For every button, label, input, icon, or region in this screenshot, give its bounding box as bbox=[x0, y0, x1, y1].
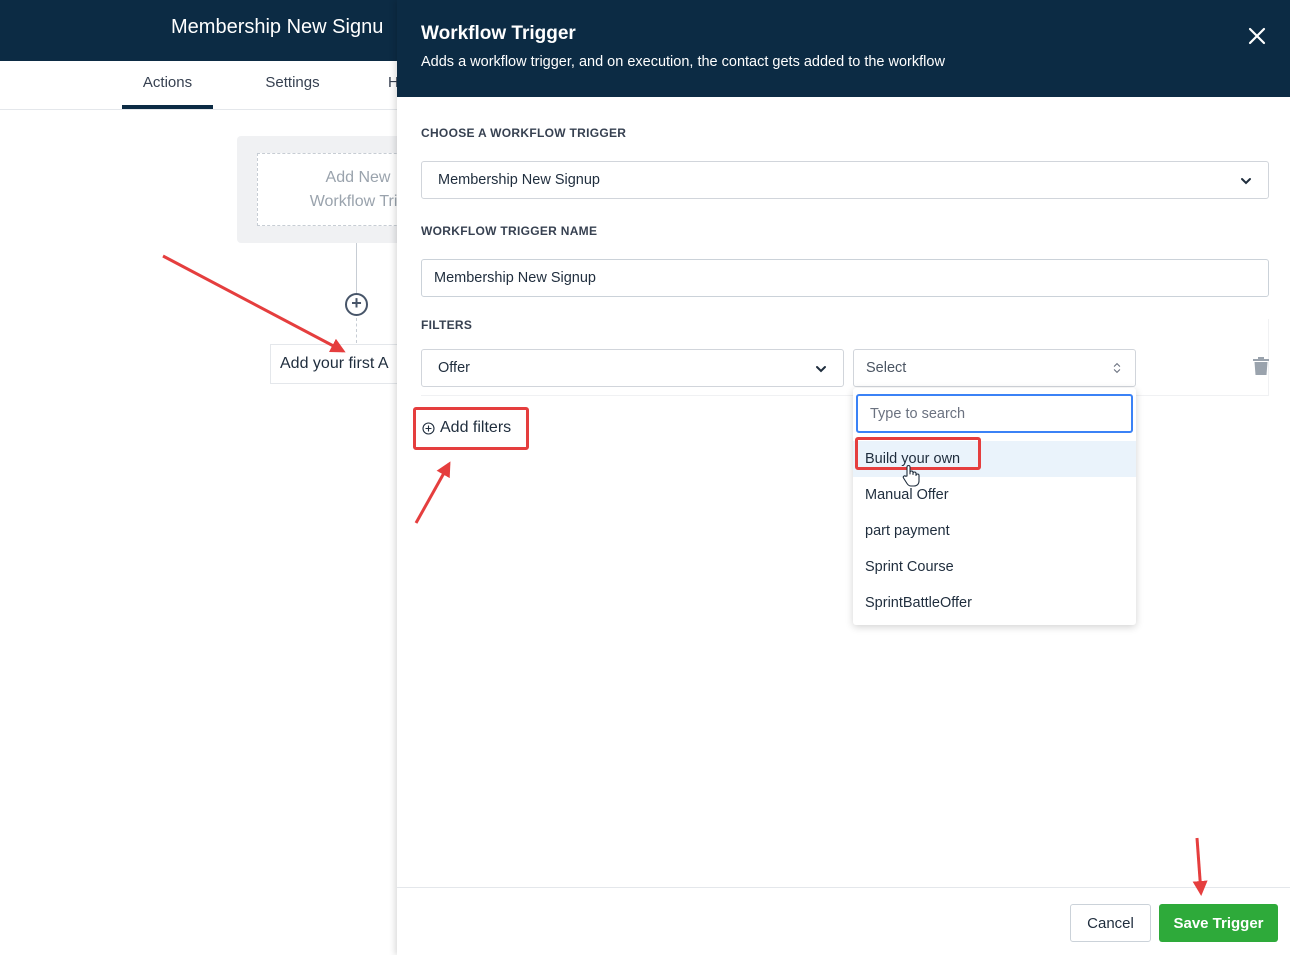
chevron-down-icon bbox=[816, 366, 826, 373]
add-filters-label: Add filters bbox=[440, 419, 512, 436]
footer-divider bbox=[397, 887, 1290, 888]
filter-value-select[interactable]: Select bbox=[853, 349, 1136, 387]
trash-icon[interactable] bbox=[1253, 357, 1269, 375]
filter-field-select[interactable]: Offer bbox=[421, 349, 844, 387]
trigger-name-input[interactable] bbox=[421, 259, 1269, 297]
filter-value-placeholder: Select bbox=[866, 360, 907, 376]
workflow-connector-dashed bbox=[356, 318, 357, 343]
trigger-type-value: Membership New Signup bbox=[438, 172, 600, 188]
choose-trigger-label: CHOOSE A WORKFLOW TRIGGER bbox=[421, 126, 627, 140]
workflow-title: Membership New Signu bbox=[171, 16, 384, 38]
tab-settings[interactable]: Settings bbox=[247, 61, 338, 109]
filter-value-dropdown: Build your own Manual Offer part payment… bbox=[853, 388, 1136, 625]
trigger-type-select[interactable]: Membership New Signup bbox=[421, 161, 1269, 199]
annotation-arrow-action bbox=[162, 254, 346, 353]
up-down-chevron-icon bbox=[1113, 362, 1121, 374]
chevron-down-icon bbox=[1241, 178, 1251, 185]
workflow-trigger-drawer: Workflow Trigger Adds a workflow trigger… bbox=[397, 0, 1290, 955]
dropdown-option[interactable]: Manual Offer bbox=[853, 477, 1136, 513]
workflow-connector bbox=[356, 243, 357, 293]
drawer-header: Workflow Trigger Adds a workflow trigger… bbox=[397, 0, 1290, 97]
hand-cursor-icon bbox=[902, 465, 920, 487]
add-first-action-box[interactable]: Add your first A bbox=[270, 344, 410, 384]
add-trigger-card[interactable]: Add New Workflow Trig bbox=[237, 136, 417, 243]
drawer-title: Workflow Trigger bbox=[421, 23, 576, 44]
add-trigger-dropzone[interactable]: Add New Workflow Trig bbox=[257, 153, 417, 226]
plus-circle-icon bbox=[422, 422, 435, 435]
drawer-subtitle: Adds a workflow trigger, and on executio… bbox=[421, 54, 945, 70]
add-filters-button[interactable]: Add filters bbox=[413, 407, 529, 450]
tab-actions[interactable]: Actions bbox=[122, 61, 213, 109]
dropdown-search-input[interactable] bbox=[856, 394, 1133, 433]
cancel-button[interactable]: Cancel bbox=[1070, 904, 1151, 942]
dropdown-option[interactable]: Sprint Course bbox=[853, 549, 1136, 585]
save-trigger-button[interactable]: Save Trigger bbox=[1159, 904, 1278, 942]
close-icon[interactable] bbox=[1245, 24, 1269, 48]
dropdown-option[interactable]: SprintBattleOffer bbox=[853, 585, 1136, 621]
plus-circle-icon[interactable]: + bbox=[345, 293, 368, 316]
filter-field-value: Offer bbox=[438, 360, 470, 376]
dropdown-option[interactable]: part payment bbox=[853, 513, 1136, 549]
trigger-name-label: WORKFLOW TRIGGER NAME bbox=[421, 224, 598, 238]
add-first-action-text: Add your first A bbox=[280, 355, 389, 372]
